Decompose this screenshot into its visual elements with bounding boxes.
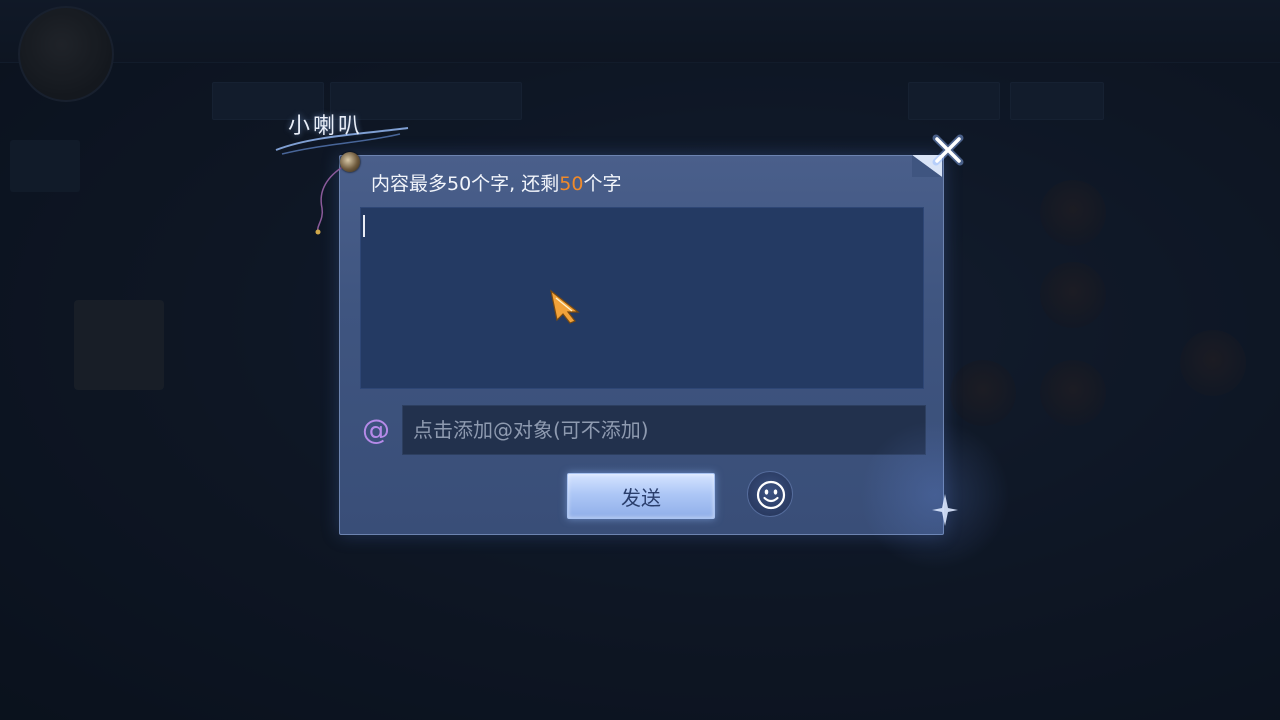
close-icon — [932, 134, 964, 166]
smiley-icon — [756, 480, 786, 510]
remaining-count: 50 — [559, 173, 584, 195]
emoji-button[interactable] — [747, 471, 793, 517]
string-decoration — [315, 165, 345, 235]
hint-suffix: 个字 — [583, 173, 622, 195]
message-input[interactable] — [360, 207, 924, 389]
horn-title: 小喇叭 — [288, 114, 364, 139]
game-screen: 小喇叭 内容最多50个字, 还剩50个字 @ 发送 — [0, 0, 1280, 720]
close-button[interactable] — [928, 130, 968, 170]
sparkle-decoration — [932, 494, 958, 526]
text-caret — [363, 215, 365, 237]
arrow-cursor-icon — [550, 289, 580, 324]
character-limit-hint: 内容最多50个字, 还剩50个字 — [371, 169, 621, 196]
mention-target-input[interactable] — [402, 405, 926, 455]
pin-icon — [340, 152, 360, 172]
at-icon: @ — [362, 413, 390, 446]
send-button[interactable]: 发送 — [567, 473, 715, 519]
hint-prefix: 内容最多50个字, 还剩 — [371, 173, 560, 195]
